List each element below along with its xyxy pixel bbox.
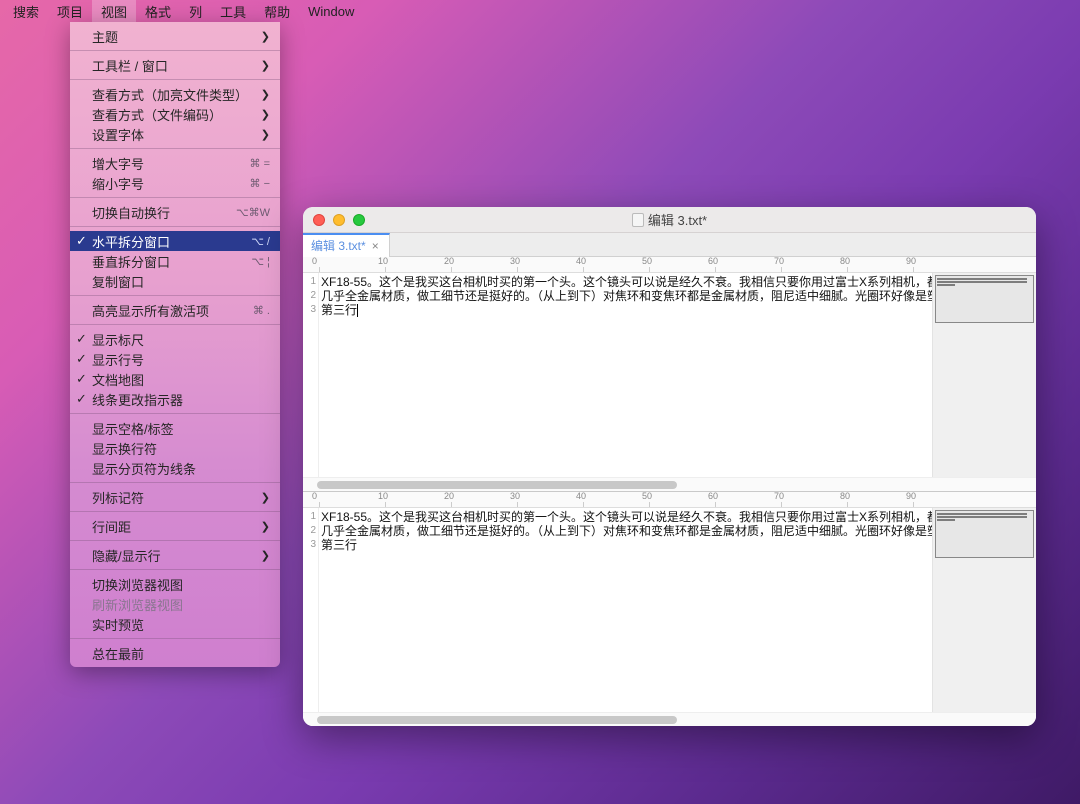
line-number-gutter: 123 <box>303 273 319 477</box>
chevron-right-icon: ❯ <box>261 30 270 43</box>
menu-item[interactable]: 缩小字号⌘ − <box>70 173 280 193</box>
menu-item[interactable]: 查看方式（加亮文件类型）❯ <box>70 84 280 104</box>
ruler: 0102030405060708090 <box>303 492 1036 508</box>
editor-pane-top: 0102030405060708090 123 XF18-55。这个是我买这台相… <box>303 257 1036 492</box>
window-title: 编辑 3.txt* <box>303 210 1036 229</box>
menu-item[interactable]: 工具栏 / 窗口❯ <box>70 55 280 75</box>
tab-close-icon[interactable]: × <box>370 239 381 253</box>
menu-item: 刷新浏览器视图 <box>70 594 280 614</box>
chevron-right-icon: ❯ <box>261 108 270 121</box>
menu-item[interactable]: 显示分页符为线条 <box>70 458 280 478</box>
menu-列[interactable]: 列 <box>180 0 211 22</box>
document-map[interactable] <box>932 273 1036 477</box>
menu-帮助[interactable]: 帮助 <box>255 0 299 22</box>
menu-item[interactable]: ✓显示标尺 <box>70 329 280 349</box>
document-tab[interactable]: 编辑 3.txt* × <box>303 233 390 257</box>
menu-工具[interactable]: 工具 <box>211 0 255 22</box>
menu-item[interactable]: ✓文档地图 <box>70 369 280 389</box>
menu-格式[interactable]: 格式 <box>136 0 180 22</box>
menu-item[interactable]: 切换浏览器视图 <box>70 574 280 594</box>
chevron-right-icon: ❯ <box>261 59 270 72</box>
menu-item[interactable]: ✓显示行号 <box>70 349 280 369</box>
horizontal-scrollbar[interactable] <box>303 712 1036 726</box>
split-panes: 0102030405060708090 123 XF18-55。这个是我买这台相… <box>303 257 1036 726</box>
tab-bar: 编辑 3.txt* × <box>303 233 1036 257</box>
chevron-right-icon: ❯ <box>261 88 270 101</box>
menu-item[interactable]: ✓线条更改指示器 <box>70 389 280 409</box>
menu-item[interactable]: 总在最前 <box>70 643 280 663</box>
chevron-right-icon: ❯ <box>261 549 270 562</box>
menu-item[interactable]: 切换自动换行⌥⌘W <box>70 202 280 222</box>
chevron-right-icon: ❯ <box>261 520 270 533</box>
menu-项目[interactable]: 项目 <box>48 0 92 22</box>
line-number-gutter: 123 <box>303 508 319 712</box>
menu-item[interactable]: 列标记符❯ <box>70 487 280 507</box>
chevron-right-icon: ❯ <box>261 491 270 504</box>
editor-pane-bottom: 0102030405060708090 123 XF18-55。这个是我买这台相… <box>303 492 1036 726</box>
menu-item[interactable]: 复制窗口 <box>70 271 280 291</box>
menu-item[interactable]: 行间距❯ <box>70 516 280 536</box>
menu-item[interactable]: 显示换行符 <box>70 438 280 458</box>
document-map[interactable] <box>932 508 1036 712</box>
menu-搜索[interactable]: 搜索 <box>4 0 48 22</box>
menu-window[interactable]: Window <box>299 0 363 22</box>
document-icon <box>632 213 644 227</box>
menu-item[interactable]: 主题❯ <box>70 26 280 46</box>
text-area[interactable]: XF18-55。这个是我买这台相机时买的第一个头。这个镜头可以说是经久不衰。我相… <box>319 273 932 477</box>
menu-item[interactable]: 实时预览 <box>70 614 280 634</box>
editor-window: 编辑 3.txt* 编辑 3.txt* × 010203040506070809… <box>303 207 1036 726</box>
titlebar[interactable]: 编辑 3.txt* <box>303 207 1036 233</box>
menu-item[interactable]: 设置字体❯ <box>70 124 280 144</box>
menu-item[interactable]: 高亮显示所有激活项⌘ . <box>70 300 280 320</box>
tab-label: 编辑 3.txt* <box>311 237 366 254</box>
menu-item[interactable]: 查看方式（文件编码）❯ <box>70 104 280 124</box>
menu-item[interactable]: ✓水平拆分窗口⌥ / <box>70 231 280 251</box>
menu-item[interactable]: 垂直拆分窗口⌥ ¦ <box>70 251 280 271</box>
menu-视图[interactable]: 视图 <box>92 0 136 22</box>
text-area[interactable]: XF18-55。这个是我买这台相机时买的第一个头。这个镜头可以说是经久不衰。我相… <box>319 508 932 712</box>
menu-item[interactable]: 隐藏/显示行❯ <box>70 545 280 565</box>
ruler: 0102030405060708090 <box>303 257 1036 273</box>
menubar: 搜索项目视图格式列工具帮助Window <box>0 0 1080 22</box>
view-menu-dropdown: 主题❯ 工具栏 / 窗口❯ 查看方式（加亮文件类型）❯查看方式（文件编码）❯设置字体… <box>70 22 280 667</box>
menu-item[interactable]: 显示空格/标签 <box>70 418 280 438</box>
horizontal-scrollbar[interactable] <box>303 477 1036 491</box>
chevron-right-icon: ❯ <box>261 128 270 141</box>
menu-item[interactable]: 增大字号⌘ = <box>70 153 280 173</box>
